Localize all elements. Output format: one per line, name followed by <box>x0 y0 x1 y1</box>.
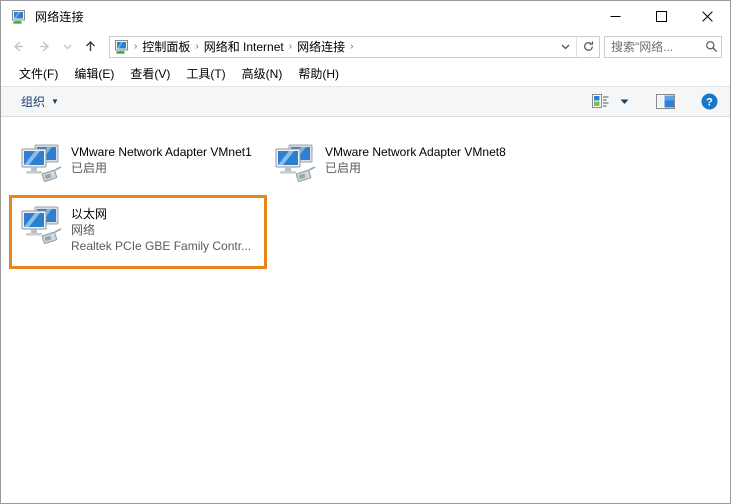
maximize-button[interactable] <box>638 1 684 32</box>
organize-button[interactable]: 组织 ▼ <box>15 90 65 113</box>
connection-status: 已启用 <box>71 161 108 175</box>
menu-item-view[interactable]: 查看(V) <box>122 62 178 85</box>
menu-item-edit[interactable]: 编辑(E) <box>66 62 122 85</box>
search-icon[interactable] <box>701 40 721 53</box>
network-connections-icon <box>114 39 130 55</box>
close-button[interactable] <box>684 1 730 32</box>
connection-status: 已启用 <box>325 161 362 175</box>
list-item[interactable]: VMware Network Adapter VMnet8 已启用 <box>265 137 517 193</box>
view-options-dropdown[interactable] <box>615 91 634 113</box>
chevron-down-icon[interactable] <box>57 35 77 59</box>
list-item-text: VMware Network Adapter VMnet1 已启用 <box>71 141 252 176</box>
chevron-down-icon[interactable] <box>554 37 576 57</box>
network-adapter-icon <box>271 141 319 189</box>
search-placeholder: 搜索"网络... <box>611 40 674 54</box>
connection-name: 以太网 <box>71 207 108 221</box>
menu-item-tools[interactable]: 工具(T) <box>178 62 233 85</box>
breadcrumb[interactable]: › 控制面板 › 网络和 Internet › 网络连接 › <box>109 35 600 58</box>
network-connections-window: 网络连接 › 控制面板 › 网络和 Internet › 网络连接 › 搜索"网… <box>0 0 731 504</box>
window-title: 网络连接 <box>35 9 84 24</box>
search-input[interactable]: 搜索"网络... <box>604 35 722 58</box>
minimize-button[interactable] <box>592 1 638 32</box>
breadcrumb-separator: › <box>134 40 138 52</box>
svg-text:?: ? <box>706 97 713 109</box>
menu-item-advanced[interactable]: 高级(N) <box>234 62 291 85</box>
address-bar-row: › 控制面板 › 网络和 Internet › 网络连接 › 搜索"网络... <box>1 32 730 61</box>
menu-item-file[interactable]: 文件(F) <box>11 62 66 85</box>
breadcrumb-item-network-connections[interactable]: 网络连接 <box>294 37 348 57</box>
list-item-text: VMware Network Adapter VMnet8 已启用 <box>325 141 506 176</box>
list-item[interactable]: 以太网 网络 Realtek PCIe GBE Family Contr... <box>11 199 265 258</box>
view-options-icon[interactable] <box>588 91 613 113</box>
window-controls <box>592 1 730 32</box>
chevron-down-icon: ▼ <box>51 97 59 106</box>
breadcrumb-separator: › <box>195 40 199 52</box>
help-icon[interactable]: ? <box>697 91 722 113</box>
connection-description: Realtek PCIe GBE Family Contr... <box>71 239 252 253</box>
connections-content: VMware Network Adapter VMnet1 已启用 VMware… <box>1 117 730 503</box>
up-arrow-icon[interactable] <box>77 35 103 59</box>
refresh-icon[interactable] <box>576 36 599 57</box>
toolbar-right-group: ? <box>588 91 722 113</box>
menu-item-help[interactable]: 帮助(H) <box>290 62 347 85</box>
connection-name: VMware Network Adapter VMnet1 <box>71 145 252 159</box>
network-adapter-icon <box>17 203 65 251</box>
breadcrumb-separator: › <box>350 40 354 52</box>
title-bar: 网络连接 <box>1 1 730 32</box>
network-adapter-icon <box>17 141 65 189</box>
toolbar: 组织 ▼ ? <box>1 86 730 117</box>
breadcrumb-item-control-panel[interactable]: 控制面板 <box>139 37 193 57</box>
connection-status: 网络 <box>71 223 96 237</box>
breadcrumb-item-network-internet[interactable]: 网络和 Internet <box>201 37 287 57</box>
connection-name: VMware Network Adapter VMnet8 <box>325 145 506 159</box>
preview-pane-icon[interactable] <box>652 91 679 113</box>
breadcrumb-separator: › <box>288 40 293 52</box>
list-item-text: 以太网 网络 Realtek PCIe GBE Family Contr... <box>71 203 251 254</box>
organize-label: 组织 <box>21 95 46 109</box>
menu-bar: 文件(F) 编辑(E) 查看(V) 工具(T) 高级(N) 帮助(H) <box>1 61 730 86</box>
address-bar-controls <box>554 36 599 57</box>
list-item[interactable]: VMware Network Adapter VMnet1 已启用 <box>11 137 263 193</box>
back-arrow-icon[interactable] <box>5 35 31 59</box>
forward-arrow-icon[interactable] <box>31 35 57 59</box>
network-connections-icon <box>11 9 27 25</box>
